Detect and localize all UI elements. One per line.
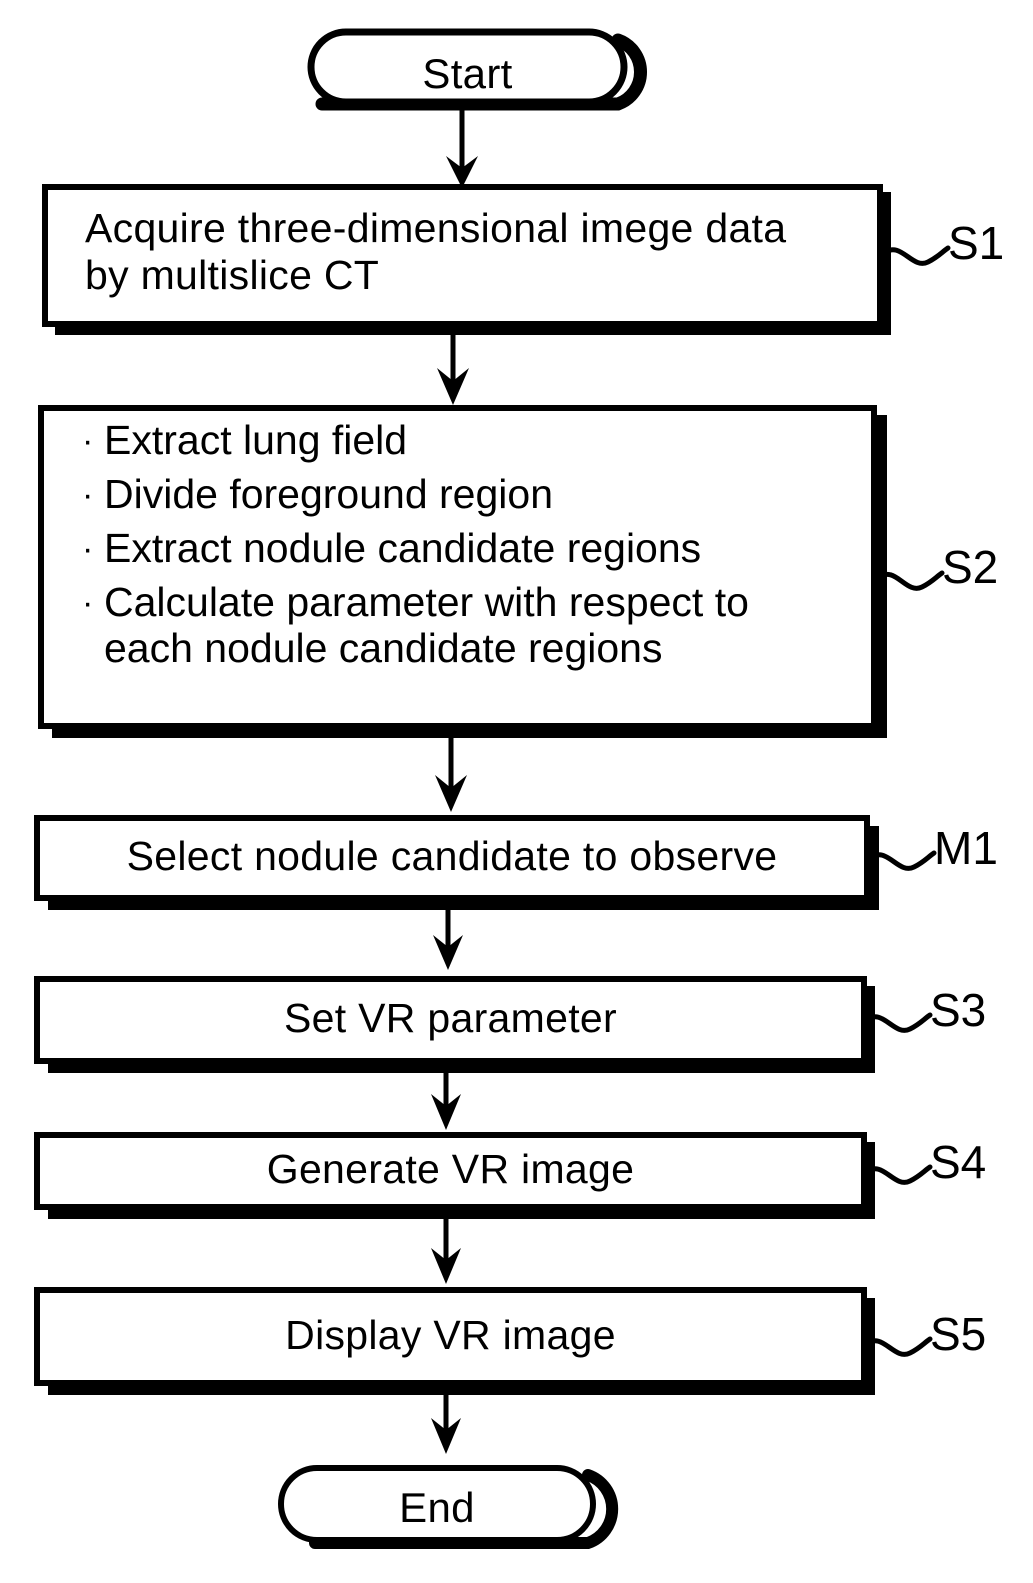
s1-label-line2: by multislice CT: [85, 252, 380, 298]
bullet-dot-icon: ·: [82, 422, 94, 460]
s3-label: Set VR parameter: [284, 995, 617, 1041]
s2-bullet-2: Divide foreground region: [104, 470, 553, 517]
s2-bullet-1: Extract lung field: [104, 417, 408, 463]
s1-step-ref: S1: [948, 217, 1005, 269]
bullet-dot-icon: ·: [82, 475, 94, 514]
bullet-dot-icon: ·: [82, 583, 94, 622]
s2-bullet-4-cont: each nodule candidate regions: [104, 624, 663, 671]
s4-leader-squiggle: [863, 1164, 933, 1185]
start-label: Start: [422, 50, 513, 97]
end-label: End: [399, 1484, 475, 1531]
edge-s4-s5: [431, 1210, 461, 1284]
list-item: · Extract nodule candidate regions: [82, 524, 872, 572]
edge-m1-s3: [433, 900, 463, 970]
edge-s1-s2: [437, 326, 469, 405]
s2-bullet-list: · Extract lung field · Divide foreground r…: [82, 417, 872, 680]
m1-label: Select nodule candidate to observe: [126, 833, 778, 879]
edge-s5-end: [431, 1385, 461, 1454]
s5-leader-squiggle: [863, 1336, 933, 1357]
list-item: · Calculate parameter with respect to each…: [82, 578, 872, 672]
s3-leader-squiggle: [863, 1012, 933, 1033]
list-item: · Extract lung field: [82, 417, 872, 464]
s5-step-ref: S5: [930, 1308, 987, 1360]
s4-step-ref: S4: [930, 1136, 987, 1188]
s4-label: Generate VR image: [266, 1146, 635, 1192]
edge-s2-m1: [435, 728, 467, 812]
m1-step-ref: M1: [934, 822, 998, 874]
s3-step-ref: S3: [930, 984, 987, 1036]
edge-start-s1: [446, 102, 478, 188]
s2-step-ref: S2: [942, 541, 999, 593]
flowchart-canvas: Start Acquire three-dimensional imege da…: [0, 0, 1033, 1583]
s2-bullet-4: Calculate parameter with respect to: [104, 578, 749, 625]
bullet-dot-icon: ·: [82, 529, 94, 568]
s2-leader-squiggle: [875, 570, 945, 591]
s5-label: Display VR image: [285, 1312, 616, 1358]
list-item: · Divide foreground region: [82, 470, 872, 518]
s1-leader-squiggle: [881, 245, 951, 266]
s1-label-line1: Acquire three-dimensional imege data: [85, 205, 787, 251]
m1-leader-squiggle: [867, 850, 937, 871]
s2-bullet-3: Extract nodule candidate regions: [104, 524, 702, 571]
